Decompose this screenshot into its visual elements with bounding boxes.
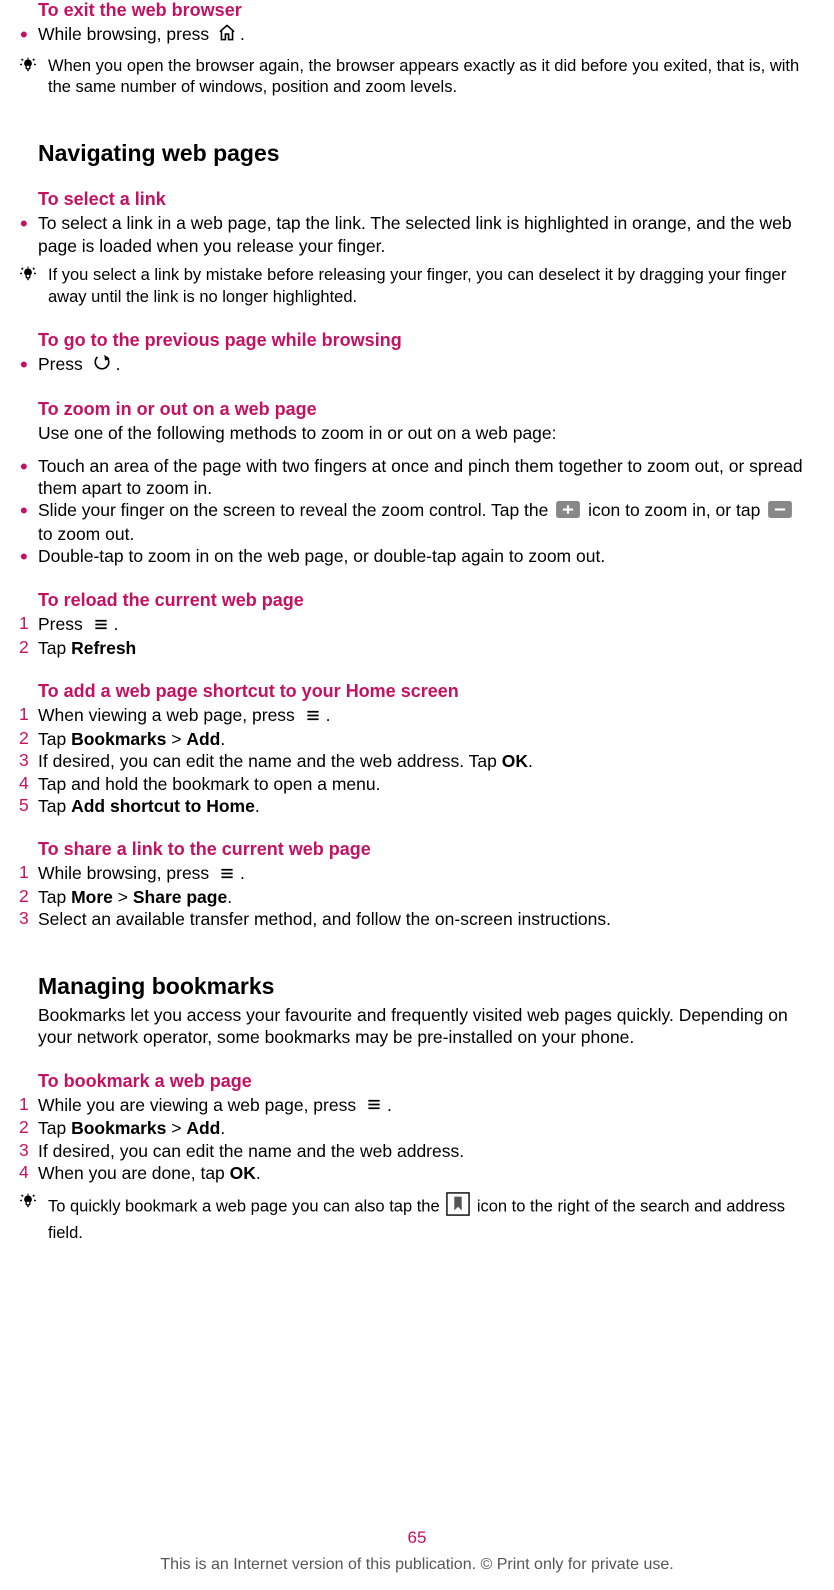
- bullet: •: [20, 455, 38, 478]
- step-number: 4: [19, 773, 38, 794]
- bookmark-tip: To quickly bookmark a web page you can a…: [48, 1192, 806, 1244]
- zoom-in-icon: [555, 501, 581, 523]
- home-icon: [216, 23, 238, 47]
- bullet: •: [20, 23, 38, 46]
- step-number: 1: [19, 862, 38, 883]
- step-number: 2: [19, 886, 38, 907]
- heading-add-shortcut: To add a web page shortcut to your Home …: [38, 681, 806, 702]
- shortcut-step-3: If desired, you can edit the name and th…: [38, 750, 806, 772]
- step-number: 2: [19, 728, 38, 749]
- back-icon: [90, 354, 114, 377]
- step-number: 3: [19, 1140, 38, 1161]
- zoom-step-doubletap: Double-tap to zoom in on the web page, o…: [38, 545, 806, 567]
- step-number: 1: [19, 613, 38, 634]
- bookmark-icon: [446, 1192, 470, 1222]
- footer-text: This is an Internet version of this publ…: [0, 1556, 834, 1574]
- heading-bookmark-page: To bookmark a web page: [38, 1071, 806, 1092]
- share-step-3: Select an available transfer method, and…: [38, 908, 806, 930]
- bookmark-step-4: When you are done, tap OK.: [38, 1162, 806, 1184]
- step-number: 5: [19, 795, 38, 816]
- step-number: 4: [19, 1162, 38, 1183]
- heading-select-link: To select a link: [38, 189, 806, 210]
- heading-share-link: To share a link to the current web page: [38, 839, 806, 860]
- exit-browser-step: While browsing, press .: [38, 23, 806, 48]
- bookmark-step-2: Tap Bookmarks > Add.: [38, 1117, 806, 1139]
- bookmark-step-3: If desired, you can edit the name and th…: [38, 1140, 806, 1162]
- reload-step-2: Tap Refresh: [38, 637, 806, 659]
- zoom-intro: Use one of the following methods to zoom…: [38, 422, 806, 444]
- page-number: 65: [0, 1528, 834, 1548]
- shortcut-step-1: When viewing a web page, press .: [38, 704, 806, 728]
- step-number: 2: [19, 1117, 38, 1138]
- zoom-step-pinch: Touch an area of the page with two finge…: [38, 455, 806, 500]
- tip-icon: [20, 1192, 48, 1217]
- bullet: •: [20, 212, 38, 235]
- heading-zoom: To zoom in or out on a web page: [38, 399, 806, 420]
- reload-step-1: Press .: [38, 613, 806, 637]
- heading-navigating: Navigating web pages: [38, 140, 806, 167]
- select-link-step: To select a link in a web page, tap the …: [38, 212, 806, 257]
- shortcut-step-5: Tap Add shortcut to Home.: [38, 795, 806, 817]
- heading-reload: To reload the current web page: [38, 590, 806, 611]
- bookmarks-intro: Bookmarks let you access your favourite …: [38, 1004, 806, 1049]
- step-number: 3: [19, 908, 38, 929]
- tip-icon: [20, 265, 48, 290]
- shortcut-step-4: Tap and hold the bookmark to open a menu…: [38, 773, 806, 795]
- menu-icon: [90, 615, 112, 637]
- zoom-out-icon: [767, 501, 793, 523]
- bullet: •: [20, 353, 38, 376]
- menu-icon: [363, 1095, 385, 1117]
- bullet: •: [20, 545, 38, 568]
- page-footer: 65 This is an Internet version of this p…: [0, 1528, 834, 1574]
- share-step-2: Tap More > Share page.: [38, 886, 806, 908]
- step-number: 1: [19, 704, 38, 725]
- heading-exit-browser: To exit the web browser: [38, 0, 806, 21]
- menu-icon: [302, 706, 324, 728]
- heading-previous-page: To go to the previous page while browsin…: [38, 330, 806, 351]
- tip-icon: [20, 56, 48, 81]
- menu-icon: [216, 864, 238, 886]
- bullet: •: [20, 499, 38, 522]
- bookmark-step-1: While you are viewing a web page, press …: [38, 1094, 806, 1118]
- previous-page-step: Press .: [38, 353, 806, 377]
- shortcut-step-2: Tap Bookmarks > Add.: [38, 728, 806, 750]
- step-number: 3: [19, 750, 38, 771]
- zoom-step-control: Slide your finger on the screen to revea…: [38, 499, 806, 545]
- exit-browser-tip: When you open the browser again, the bro…: [48, 56, 806, 99]
- step-number: 2: [19, 637, 38, 658]
- step-number: 1: [19, 1094, 38, 1115]
- select-link-tip: If you select a link by mistake before r…: [48, 265, 806, 308]
- share-step-1: While browsing, press .: [38, 862, 806, 886]
- heading-managing-bookmarks: Managing bookmarks: [38, 973, 806, 1000]
